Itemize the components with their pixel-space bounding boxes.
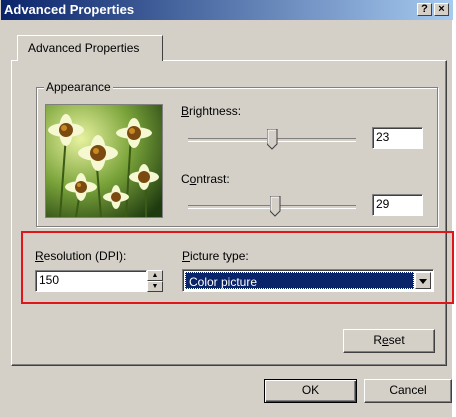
arrow-up-icon: ▲	[151, 272, 159, 279]
help-button[interactable]: ?	[417, 3, 432, 16]
resolution-label: Resolution (DPI):	[35, 249, 126, 263]
slider-thumb-icon	[266, 128, 277, 150]
brightness-slider-thumb[interactable]	[266, 128, 278, 150]
contrast-label-text: Contrast:	[181, 172, 230, 186]
brightness-value-field[interactable]: 23	[372, 127, 423, 149]
brightness-label: Brightness:	[181, 104, 241, 118]
brightness-label-text: Brightness:	[181, 104, 242, 118]
contrast-value: 29	[376, 197, 390, 211]
help-icon: ?	[421, 3, 428, 15]
picture-type-label: Picture type:	[182, 249, 249, 263]
title-bar: Advanced Properties ? ×	[1, 0, 453, 20]
spin-down-button[interactable]: ▼	[147, 281, 163, 292]
contrast-slider-thumb[interactable]	[269, 195, 281, 217]
advanced-properties-dialog: Advanced Properties ? × Advanced Propert…	[0, 0, 454, 417]
contrast-label: Contrast:	[181, 172, 230, 186]
flower-photo-icon	[46, 105, 162, 217]
ok-button-label: OK	[301, 383, 320, 397]
tab-advanced-properties[interactable]: Advanced Properties	[17, 35, 163, 61]
picture-type-select[interactable]: Color picture	[182, 269, 434, 292]
spin-up-button[interactable]: ▲	[147, 270, 163, 281]
reset-button-label: Reset	[373, 333, 405, 347]
slider-thumb-icon	[269, 195, 281, 217]
picture-type-label-text: Picture type:	[182, 249, 249, 263]
chevron-down-icon	[419, 279, 427, 284]
highlight-box	[21, 231, 454, 304]
cancel-button[interactable]: Cancel	[364, 379, 452, 403]
close-button[interactable]: ×	[434, 3, 449, 16]
preview-image	[45, 104, 163, 218]
contrast-value-field[interactable]: 29	[372, 194, 423, 216]
picture-type-dropdown-button[interactable]	[415, 272, 431, 289]
cancel-button-label: Cancel	[389, 383, 427, 397]
appearance-group-label: Appearance	[44, 80, 113, 94]
reset-button[interactable]: Reset	[343, 329, 435, 353]
resolution-input[interactable]: 150	[35, 270, 147, 292]
tab-label: Advanced Properties	[28, 41, 140, 55]
close-icon: ×	[438, 3, 445, 15]
ok-button[interactable]: OK	[264, 379, 357, 403]
picture-type-selected: Color picture	[185, 272, 414, 289]
brightness-value: 23	[376, 130, 390, 144]
resolution-label-text: Resolution (DPI):	[35, 249, 127, 263]
resolution-value: 150	[39, 273, 60, 287]
arrow-down-icon: ▼	[151, 283, 159, 290]
window-title: Advanced Properties	[4, 2, 135, 17]
resolution-spinner[interactable]: ▲ ▼	[147, 270, 163, 292]
